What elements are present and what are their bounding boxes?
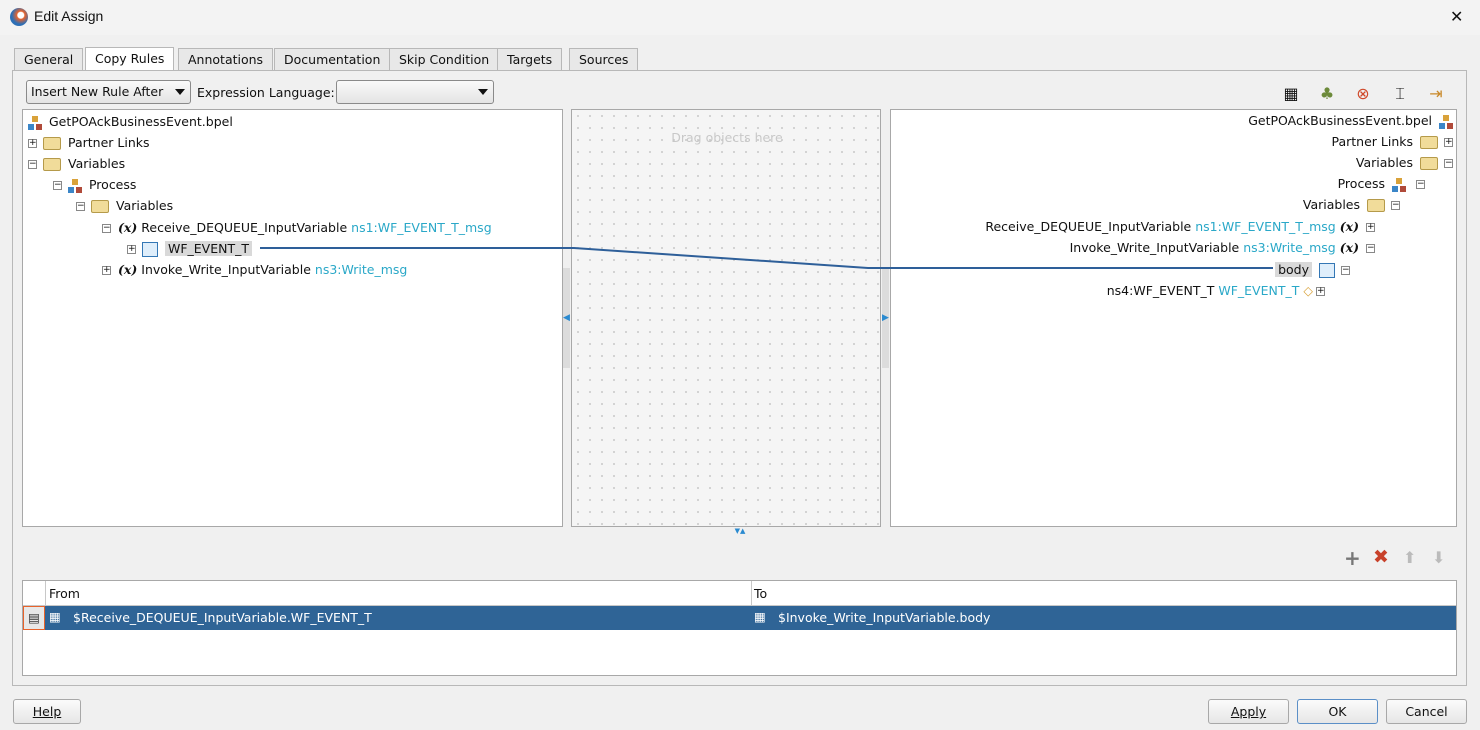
help-label: Help [32,704,62,719]
column-divider [45,581,46,606]
cancel-button[interactable]: Cancel [1386,699,1467,724]
ok-button[interactable]: OK [1297,699,1378,724]
column-from[interactable]: From [49,586,80,601]
move-down-icon[interactable]: ⬇ [1432,548,1445,567]
ok-label: OK [1328,704,1347,719]
move-up-icon[interactable]: ⬆ [1403,548,1416,567]
apply-label: Apply [1230,704,1267,719]
apply-button[interactable]: Apply [1208,699,1289,724]
from-cell: $Receive_DEQUEUE_InputVariable.WF_EVENT_… [73,610,372,625]
expression-icon: ▦ [754,609,766,624]
copy-rules-table: From To ▤ ▦ $Receive_DEQUEUE_InputVariab… [22,580,1457,676]
column-divider [751,581,752,606]
add-rule-icon[interactable]: + [1344,546,1361,570]
to-cell: $Invoke_Write_InputVariable.body [778,610,991,625]
column-to[interactable]: To [754,586,767,601]
copy-rule-link[interactable] [260,247,1273,269]
table-header: From To [23,581,1456,606]
row-header-icon: ▤ [23,606,45,630]
cancel-label: Cancel [1405,704,1448,719]
help-button[interactable]: Help [13,699,81,724]
delete-rule-icon[interactable]: ✖ [1373,546,1389,568]
expression-icon: ▦ [49,609,61,624]
table-row[interactable]: ▤ ▦ $Receive_DEQUEUE_InputVariable.WF_EV… [23,606,1456,630]
